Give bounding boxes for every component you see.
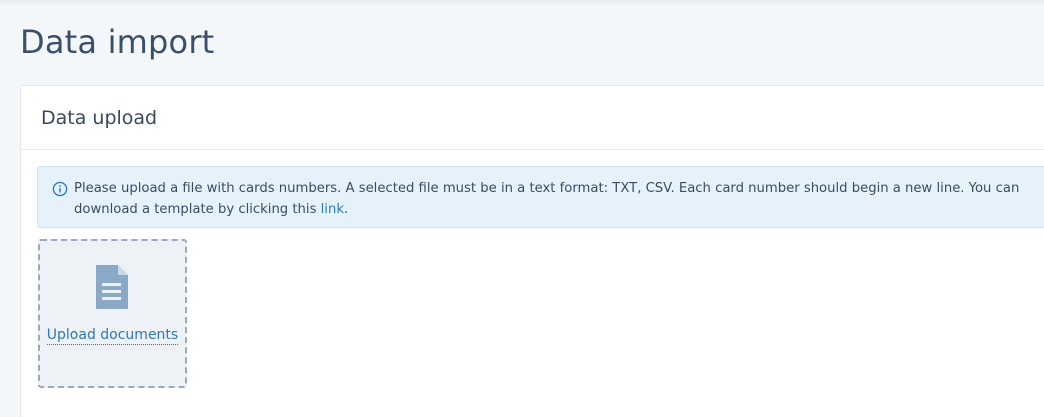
card-header: Data upload [21,86,1044,150]
template-download-link[interactable]: link [321,202,344,217]
info-message: Please upload a file with cards numbers.… [74,178,1034,220]
page-title: Data import [20,23,215,61]
upload-documents-link[interactable]: Upload documents [46,327,179,345]
info-message-end: . [343,202,349,217]
info-alert: Please upload a file with cards numbers.… [37,166,1044,228]
document-icon [96,265,128,309]
card-title: Data upload [41,107,158,129]
upload-dropzone[interactable]: Upload documents [38,239,187,388]
info-circle-icon [52,181,68,197]
top-bar-shadow [0,0,1044,6]
upload-label-wrap: Upload documents [40,326,185,345]
info-message-text: Please upload a file with cards numbers.… [74,181,1020,217]
data-upload-card: Data upload Please upload a file with ca… [20,85,1044,417]
